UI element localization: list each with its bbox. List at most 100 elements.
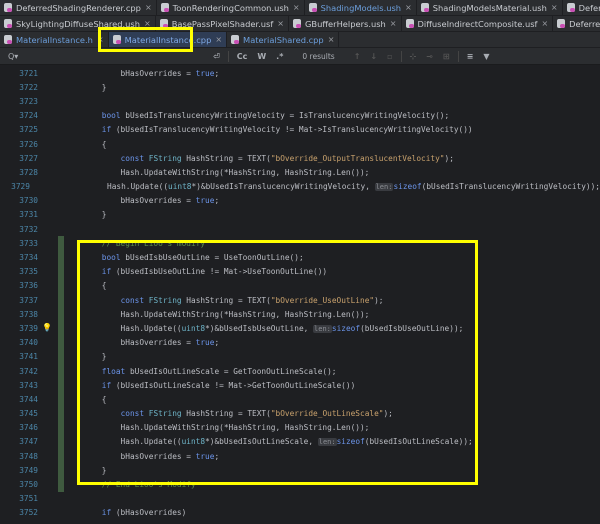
editor-tab[interactable]: BasePassPixelShader.usf × (156, 16, 289, 31)
code-line[interactable]: 3742 float bUsedIsOutLineScale = GetToon… (0, 363, 600, 379)
gutter[interactable] (40, 123, 60, 137)
editor-tab[interactable]: DeferredLightPixelShaders.usf× (553, 16, 600, 31)
line-number[interactable]: 3748 (0, 452, 40, 461)
code-line[interactable]: 3731 } (0, 208, 600, 222)
editor-tab[interactable]: DeferredShadingRenderer.cpp × (0, 0, 157, 15)
line-number[interactable]: 3727 (0, 154, 40, 163)
code-line[interactable]: 3737 const FString HashString = TEXT("bO… (0, 293, 600, 308)
code-line[interactable]: 3730 bHasOverrides = true; (0, 194, 600, 208)
gutter[interactable] (40, 222, 60, 236)
code-line[interactable]: 3726 { (0, 137, 600, 151)
editor-tab[interactable]: GBufferHelpers.ush × (289, 16, 402, 31)
code-line[interactable]: 3741 } (0, 349, 600, 364)
close-icon[interactable]: × (144, 19, 151, 28)
code-line[interactable]: 3728 Hash.UpdateWithString(*HashString, … (0, 165, 600, 179)
code-line[interactable]: 3747 Hash.Update((uint8*)&bUsedIsOutLine… (0, 434, 600, 450)
line-number[interactable]: 3734 (0, 253, 40, 262)
line-number[interactable]: 3746 (0, 423, 40, 432)
close-icon[interactable]: × (145, 3, 152, 12)
editor-tab[interactable]: ShadingModels.ush × (305, 0, 417, 15)
code-editor[interactable]: 3721 bHasOverrides = true; 3722 } 3723 3724… (0, 66, 600, 524)
regex-toggle[interactable]: .* (276, 52, 283, 61)
gutter[interactable] (40, 265, 60, 279)
line-number[interactable]: 3737 (0, 296, 40, 305)
gutter[interactable] (40, 506, 60, 520)
add-selection-icon[interactable]: ⊹ (410, 52, 417, 61)
code-line[interactable]: 3736 { (0, 278, 600, 293)
editor-tab[interactable]: DeferredShadingCommon.us× (563, 0, 600, 15)
close-icon[interactable]: × (541, 19, 548, 28)
line-number[interactable]: 3740 (0, 338, 40, 347)
gutter[interactable] (40, 392, 60, 406)
select-all-icon[interactable]: ▫ (387, 52, 392, 61)
gutter[interactable] (40, 378, 60, 392)
line-number[interactable]: 3745 (0, 409, 40, 418)
line-number[interactable]: 3724 (0, 111, 40, 120)
gutter[interactable] (40, 407, 60, 421)
line-number[interactable]: 3741 (0, 352, 40, 361)
code-line[interactable]: 3735 if (bUsedIsbUseOutLine != Mat->UseT… (0, 264, 600, 279)
gutter[interactable] (40, 293, 60, 307)
gutter[interactable] (40, 435, 60, 449)
code-line[interactable]: 3748 bHasOverrides = true; (0, 449, 600, 464)
whole-word-toggle[interactable]: W (257, 52, 266, 61)
editor-tab[interactable]: ToonRenderingCommon.ush × (157, 0, 305, 15)
line-number[interactable]: 3722 (0, 83, 40, 92)
gutter[interactable] (40, 421, 60, 435)
gutter[interactable] (40, 307, 60, 321)
lightbulb-icon[interactable]: 💡 (42, 323, 52, 333)
gutter[interactable] (40, 137, 60, 151)
line-number[interactable]: 3730 (0, 196, 40, 205)
gutter[interactable] (40, 364, 60, 378)
gutter[interactable] (40, 250, 60, 264)
code-line[interactable]: 3739 💡 Hash.Update((uint8*)&bUsedIsbUseOu… (0, 321, 600, 336)
line-number[interactable]: 3721 (0, 69, 40, 78)
line-number[interactable]: 3731 (0, 210, 40, 219)
editor-tab[interactable]: SkyLightingDiffuseShared.ush × (0, 16, 156, 31)
close-icon[interactable]: × (405, 3, 412, 12)
line-number[interactable]: 3752 (0, 508, 40, 517)
editor-tab[interactable]: ShadingModelsMaterial.ush × (417, 0, 563, 15)
gutter[interactable] (40, 350, 60, 364)
code-line[interactable]: 3732 (0, 222, 600, 236)
line-number[interactable]: 3750 (0, 480, 40, 489)
gutter[interactable] (40, 109, 60, 123)
close-icon[interactable]: × (551, 3, 558, 12)
close-icon[interactable]: × (328, 35, 335, 44)
code-line[interactable]: 3750 // End Lioo's Modify (0, 477, 600, 492)
code-line[interactable]: 3743 if (bUsedIsOutLineScale != Mat->Get… (0, 378, 600, 393)
line-number[interactable]: 3744 (0, 395, 40, 404)
line-number[interactable]: 3738 (0, 310, 40, 319)
gutter[interactable] (40, 66, 60, 80)
code-line[interactable]: 3729 Hash.Update((uint8*)&bUsedIsTranslu… (0, 180, 600, 194)
editor-tab[interactable]: MaterialInstance.h × (0, 32, 109, 47)
line-number[interactable]: 3733 (0, 239, 40, 248)
filter-lines-icon[interactable]: ≡ (467, 52, 474, 61)
line-number[interactable]: 3728 (0, 168, 40, 177)
code-line[interactable]: 3727 const FString HashString = TEXT("bO… (0, 151, 600, 165)
gutter[interactable] (40, 463, 60, 477)
gutter[interactable] (40, 151, 60, 165)
gutter[interactable] (32, 180, 48, 194)
editor-tab[interactable]: DiffuseIndirectComposite.usf × (402, 16, 554, 31)
close-icon[interactable]: × (390, 19, 397, 28)
line-number[interactable]: 3747 (0, 437, 40, 446)
gutter[interactable] (40, 94, 60, 108)
close-icon[interactable]: × (277, 19, 284, 28)
gutter[interactable] (40, 492, 60, 506)
code-line[interactable]: 3749 } (0, 463, 600, 478)
previous-match-button[interactable]: ↑ (354, 52, 361, 61)
gutter[interactable] (40, 279, 60, 293)
code-line[interactable]: 3745 const FString HashString = TEXT("bO… (0, 406, 600, 421)
gutter[interactable] (40, 236, 60, 250)
wrap-toggle[interactable]: ⏎ (213, 52, 220, 61)
gutter[interactable] (40, 449, 60, 463)
gutter[interactable] (40, 194, 60, 208)
line-number[interactable]: 3732 (0, 225, 40, 234)
close-icon[interactable]: × (97, 35, 104, 44)
select-all-occurrences-icon[interactable]: ⊞ (443, 52, 450, 61)
line-number[interactable]: 3735 (0, 267, 40, 276)
close-icon[interactable]: × (293, 3, 300, 12)
line-number[interactable]: 3743 (0, 381, 40, 390)
search-input[interactable]: Q▾ (8, 52, 208, 61)
